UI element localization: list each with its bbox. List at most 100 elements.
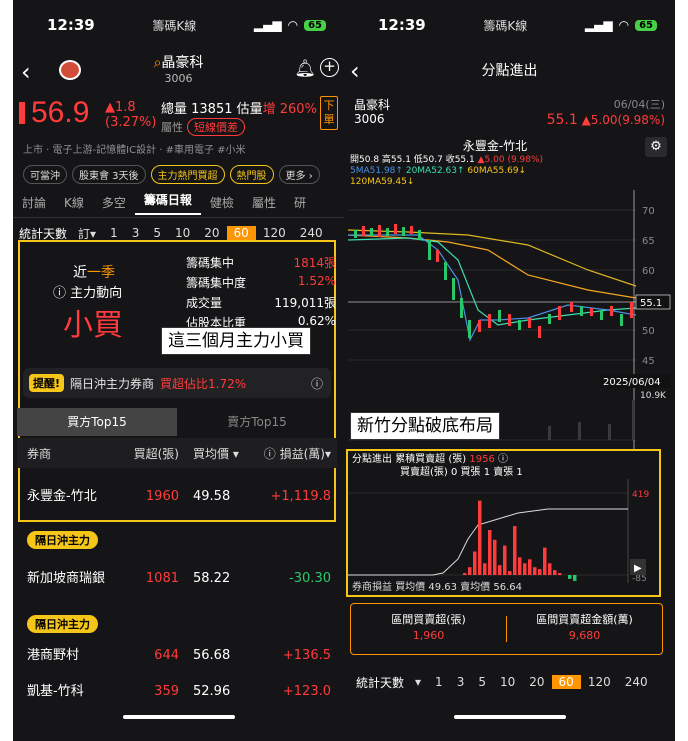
- alert-bar[interactable]: 提醒! 隔日沖主力券商 買超佔比1.72% ⓘ: [23, 368, 331, 398]
- status-icons: ▂▄▆ ◠ 65: [585, 18, 657, 32]
- chip-hot-stock[interactable]: 熱門股: [229, 164, 274, 184]
- days-option-5[interactable]: 5: [146, 226, 168, 240]
- tab-chip-daily[interactable]: 籌碼日報: [134, 191, 201, 215]
- tab-kline[interactable]: K線: [55, 194, 93, 211]
- attribute-badge[interactable]: 短線價差: [187, 118, 245, 136]
- quote-price: 55.1 ▲5.00(9.98%): [547, 112, 665, 128]
- main-force-state: 小買: [63, 308, 123, 343]
- stock-info: 晶豪科 3006 06/04(三) 55.1 ▲5.00(9.98%): [344, 92, 675, 132]
- days-option-5[interactable]: 5: [471, 675, 493, 689]
- tab-research[interactable]: 研: [285, 194, 315, 211]
- tab-discussion[interactable]: 討論: [13, 194, 55, 211]
- days-option-3[interactable]: 3: [450, 675, 472, 689]
- col-net-buy[interactable]: 買超(張): [109, 445, 179, 462]
- back-icon[interactable]: ‹: [21, 58, 31, 86]
- gear-icon[interactable]: ⚙: [645, 137, 667, 157]
- ma20-label: 20MA52.63↑: [405, 166, 465, 176]
- days-option-10[interactable]: 10: [493, 675, 522, 689]
- days-option-3[interactable]: 3: [125, 226, 147, 240]
- period-label: 近一季: [73, 262, 115, 282]
- annotation-callout-left: 這三個月主力小買: [161, 327, 311, 355]
- chip-meeting[interactable]: 股東會 3天後: [72, 164, 146, 184]
- days-option-10[interactable]: 10: [168, 226, 197, 240]
- top15-tabs: 買方Top15 賣方Top15: [17, 408, 337, 436]
- status-bar: 12:39 籌碼K線 ▂▄▆ ◠ 65: [13, 0, 344, 50]
- days-option-1[interactable]: 1: [103, 226, 125, 240]
- row-avg-price: 56.68: [193, 647, 231, 663]
- bell-icon[interactable]: 🔔︎: [294, 59, 316, 79]
- table-row[interactable]: 永豐金-竹北 1960 49.58 +1,119.8: [17, 474, 337, 518]
- order-button[interactable]: 下單: [320, 96, 338, 130]
- net-buy-bar: [498, 565, 502, 575]
- net-buy-bar: [473, 551, 477, 575]
- ma-row: 5MA51.98↑ 20MA52.63↑ 60MA55.69↓: [350, 166, 660, 177]
- days-option-120[interactable]: 120: [581, 675, 618, 689]
- price-axis: 70 65 60 50 45: [642, 206, 655, 367]
- add-icon[interactable]: +: [320, 58, 339, 77]
- table-row[interactable]: 港商野村 644 56.68 +136.5: [17, 640, 337, 670]
- ma60-line: [348, 234, 637, 299]
- volume-label: 總量 13851 估量: [161, 102, 263, 117]
- chip-more[interactable]: 更多 ›: [278, 164, 320, 184]
- back-icon[interactable]: ‹: [350, 50, 360, 92]
- broker-title: 永豐金-竹北: [462, 139, 528, 153]
- interval-summary: 區間買賣超(張) 1,960 區間買賣超金額(萬) 9,680: [350, 603, 663, 655]
- days-option-1[interactable]: 1: [428, 675, 450, 689]
- main-force-text: 主力動向: [70, 286, 123, 301]
- summary-value: 9,680: [568, 629, 601, 642]
- alert-tag: 提醒!: [29, 374, 65, 392]
- tab-health[interactable]: 健檢: [201, 194, 243, 211]
- table-row[interactable]: 新加坡商瑞銀 1081 58.22 -30.30: [17, 556, 337, 600]
- tab-bull-bear[interactable]: 多空: [93, 194, 135, 211]
- table-row[interactable]: 凱基-竹科 359 52.96 +123.0: [17, 676, 337, 706]
- branch-flow-chart[interactable]: 419 -85 ▶: [348, 479, 659, 583]
- info-icon[interactable]: ⓘ: [498, 454, 508, 465]
- ohlc-values: 開50.8 高55.1 低50.7 收55.1: [350, 155, 475, 165]
- wifi-icon: ◠: [618, 18, 630, 32]
- tab-buy-top15[interactable]: 買方Top15: [17, 408, 177, 436]
- stock-code: 3006: [354, 112, 385, 126]
- table-header: 券商 買超(張) 買均價 ▾ ⓘ 損益(萬)▾: [17, 438, 337, 468]
- status-icons: ▂▄▆ ◠ 65: [254, 18, 326, 32]
- row-pnl: +1,119.8: [270, 488, 331, 504]
- days-option-60[interactable]: 60: [551, 675, 581, 689]
- home-indicator[interactable]: [453, 715, 566, 719]
- home-indicator[interactable]: [122, 715, 235, 719]
- interval-net-amount: 區間買賣超金額(萬) 9,680: [507, 604, 662, 654]
- change-value: ▲1.8: [105, 100, 136, 115]
- chip-daytrade[interactable]: 可當沖: [23, 164, 67, 184]
- row-avg-price: 58.22: [193, 570, 231, 586]
- stock-title[interactable]: ⌕晶豪科 3006: [154, 55, 204, 87]
- days-option-240[interactable]: 240: [618, 675, 655, 689]
- days-option-240[interactable]: 240: [293, 226, 330, 240]
- days-option-20[interactable]: 20: [522, 675, 551, 689]
- tab-attribute[interactable]: 屬性: [243, 194, 285, 211]
- col-avg-price[interactable]: 買均價 ▾: [179, 445, 249, 462]
- industry-line: 上市 · 電子上游-記憶體IC設計 · #車用電子 #小米: [23, 145, 246, 156]
- chip-main-buy[interactable]: 主力熱門買超: [150, 164, 225, 184]
- row-net-buy: 644: [154, 647, 179, 663]
- signal-icon: ▂▄▆: [253, 18, 282, 32]
- change-pct: (3.27%): [105, 115, 157, 130]
- summary-value: 1,960: [412, 629, 445, 642]
- current-price: 56.9: [19, 96, 89, 130]
- branch-flow-title: 分點進出: [352, 454, 392, 465]
- days-option-60[interactable]: 60: [226, 226, 256, 240]
- col-pnl[interactable]: ⓘ 損益(萬)▾: [249, 445, 337, 462]
- main-force-label[interactable]: ⓘ 主力動向: [53, 282, 122, 301]
- info-icon[interactable]: ⓘ: [311, 375, 323, 392]
- days-option-120[interactable]: 120: [256, 226, 293, 240]
- stat-days-dropdown[interactable]: 訂▾: [71, 225, 103, 242]
- alert-highlight: 買超佔比1.72%: [160, 376, 247, 391]
- tab-sell-top15[interactable]: 賣方Top15: [177, 408, 337, 436]
- row-net-buy: 1081: [145, 570, 179, 586]
- days-option-20[interactable]: 20: [197, 226, 226, 240]
- highlight-box-right: 分點進出 累積買賣超 (張) 1956 ⓘ 買賣超(張) 0 買張 1 賣張 1…: [346, 449, 661, 597]
- stat-days-dropdown[interactable]: ▾: [408, 675, 428, 689]
- pnl-values: 買均價 49.63 賣均價 56.64: [395, 582, 522, 593]
- row-avg-price: 49.58: [193, 488, 231, 504]
- status-bar: 12:39 籌碼K線 ▂▄▆ ◠ 65: [344, 0, 675, 50]
- mascot-icon[interactable]: [59, 60, 81, 80]
- row-broker: 新加坡商瑞銀: [27, 570, 106, 586]
- kline-chart[interactable]: 70 65 60 50 45 55.1 2025/06/04 10.9K: [348, 190, 671, 450]
